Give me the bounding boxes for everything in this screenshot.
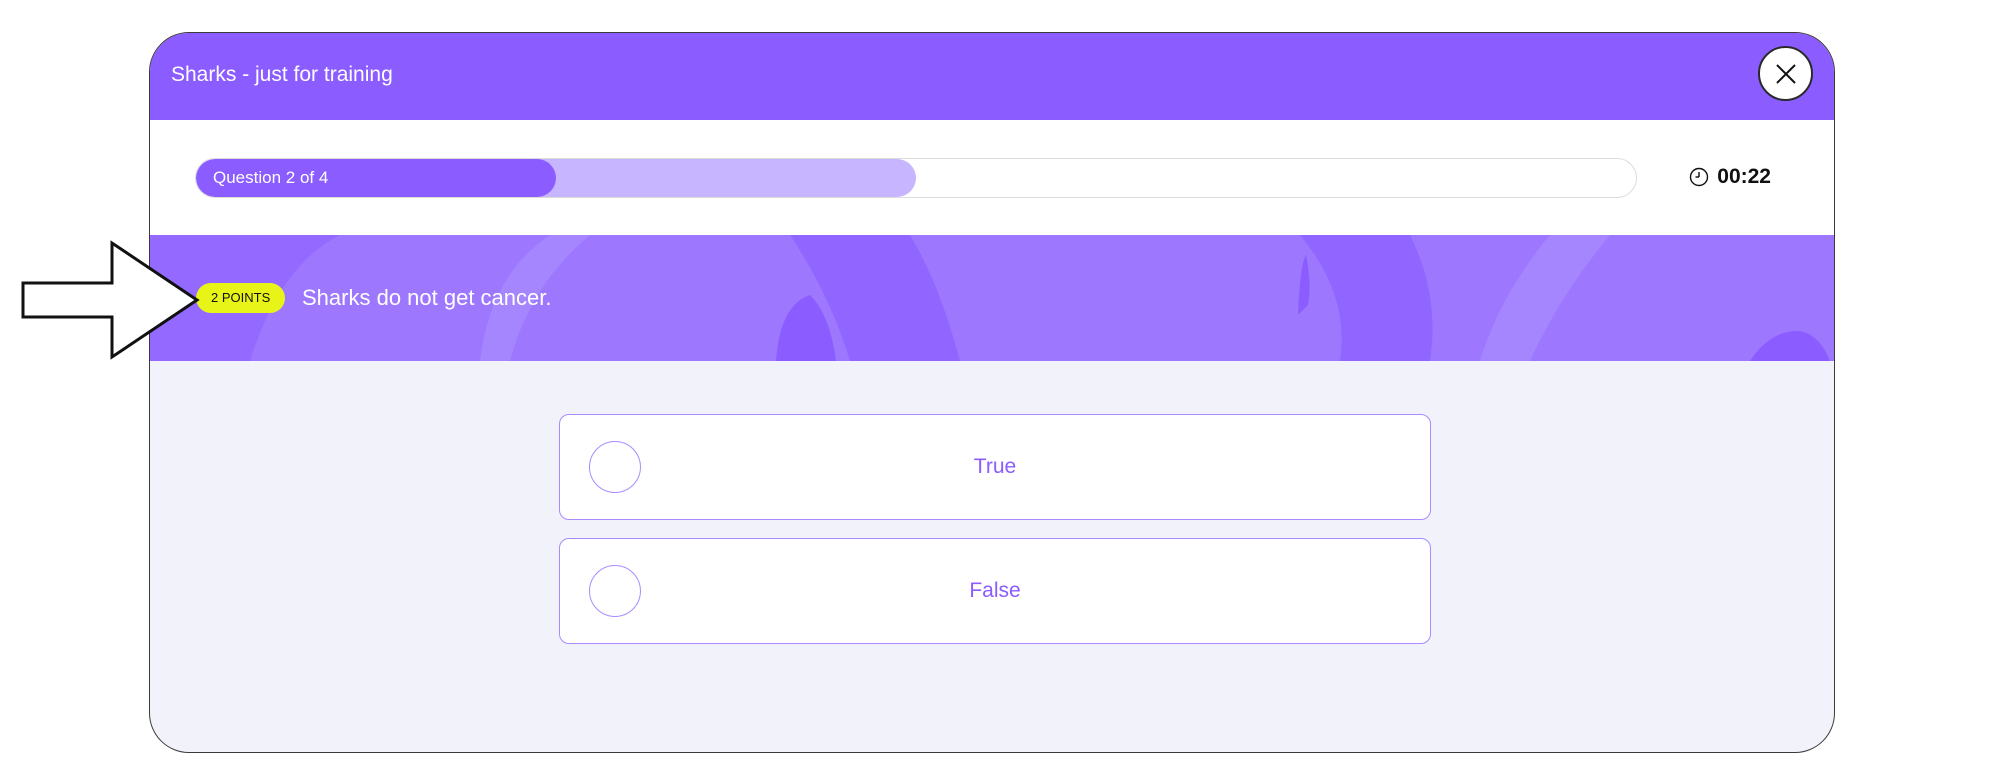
clock-icon [1690,167,1709,187]
timer-value: 00:22 [1717,165,1771,188]
progress-label: Question 2 of 4 [213,168,329,187]
timer: 00:22 [1689,165,1771,189]
close-icon [1775,63,1796,84]
close-button[interactable] [1758,46,1813,101]
points-badge: 2 POINTS [196,283,286,313]
answer-option-false[interactable]: False [559,538,1431,644]
quiz-title: Sharks - just for training [171,63,393,86]
quiz-modal: Sharks - just for training Question 2 of… [149,32,1835,753]
question-band: 2 POINTS Sharks do not get cancer. [150,235,1834,361]
progress-area: Question 2 of 4 00:22 [150,120,1834,235]
answer-label: True [973,455,1017,478]
answer-option-true[interactable]: True [559,414,1431,520]
quiz-header: Sharks - just for training [150,33,1834,120]
question-text: Sharks do not get cancer. [302,285,552,310]
answer-label: False [969,579,1021,602]
pointer-arrow-icon [21,240,200,360]
progress-bar: Question 2 of 4 [195,158,1637,198]
